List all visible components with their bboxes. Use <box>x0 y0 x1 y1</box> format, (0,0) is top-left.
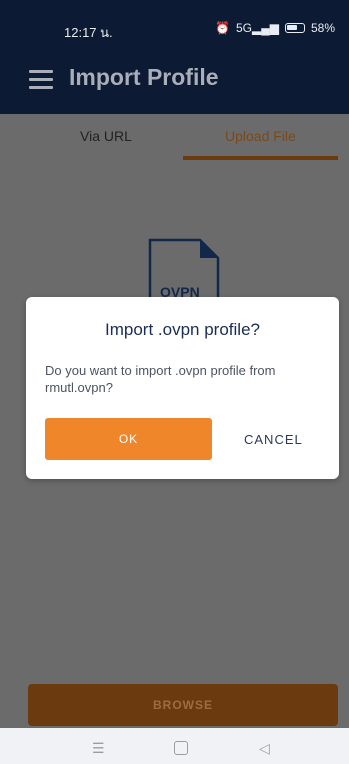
page-title: Import Profile <box>69 64 219 90</box>
tab-upload-file[interactable]: Upload File <box>225 128 296 144</box>
nav-home-icon[interactable] <box>174 741 188 755</box>
system-nav-bar: ☰ ◁ <box>0 728 349 764</box>
screen: 12:17 น. ⏰ 5G▂▄▆ 58% Import Profile Via … <box>0 0 349 764</box>
app-bar: Import Profile <box>0 56 349 114</box>
browse-button[interactable]: BROWSE <box>28 684 338 726</box>
nav-menu-icon[interactable]: ☰ <box>92 740 105 757</box>
dialog-message: Do you want to import .ovpn profile from… <box>45 363 276 395</box>
battery-percent: 58% <box>310 21 335 35</box>
alarm-icon: ⏰ <box>215 21 230 35</box>
status-icons: ⏰ 5G▂▄▆ 58% <box>215 21 335 35</box>
cancel-button[interactable]: CANCEL <box>244 432 303 447</box>
tab-bar: Via URL Upload File <box>0 114 349 164</box>
nav-back-icon[interactable]: ◁ <box>259 740 270 757</box>
tab-via-url[interactable]: Via URL <box>80 128 132 144</box>
signal-text: 5G <box>235 21 252 35</box>
status-time: 12:17 น. <box>64 25 113 40</box>
signal-icon: 5G▂▄▆ <box>235 21 279 35</box>
hamburger-icon[interactable] <box>29 70 53 94</box>
import-dialog: Import .ovpn profile? Do you want to imp… <box>26 297 339 479</box>
dialog-title: Import .ovpn profile? <box>105 320 260 339</box>
status-bar: 12:17 น. ⏰ 5G▂▄▆ 58% <box>0 0 349 56</box>
tab-selected-indicator <box>183 156 338 160</box>
battery-icon <box>284 23 305 33</box>
ok-button[interactable]: OK <box>45 418 212 460</box>
